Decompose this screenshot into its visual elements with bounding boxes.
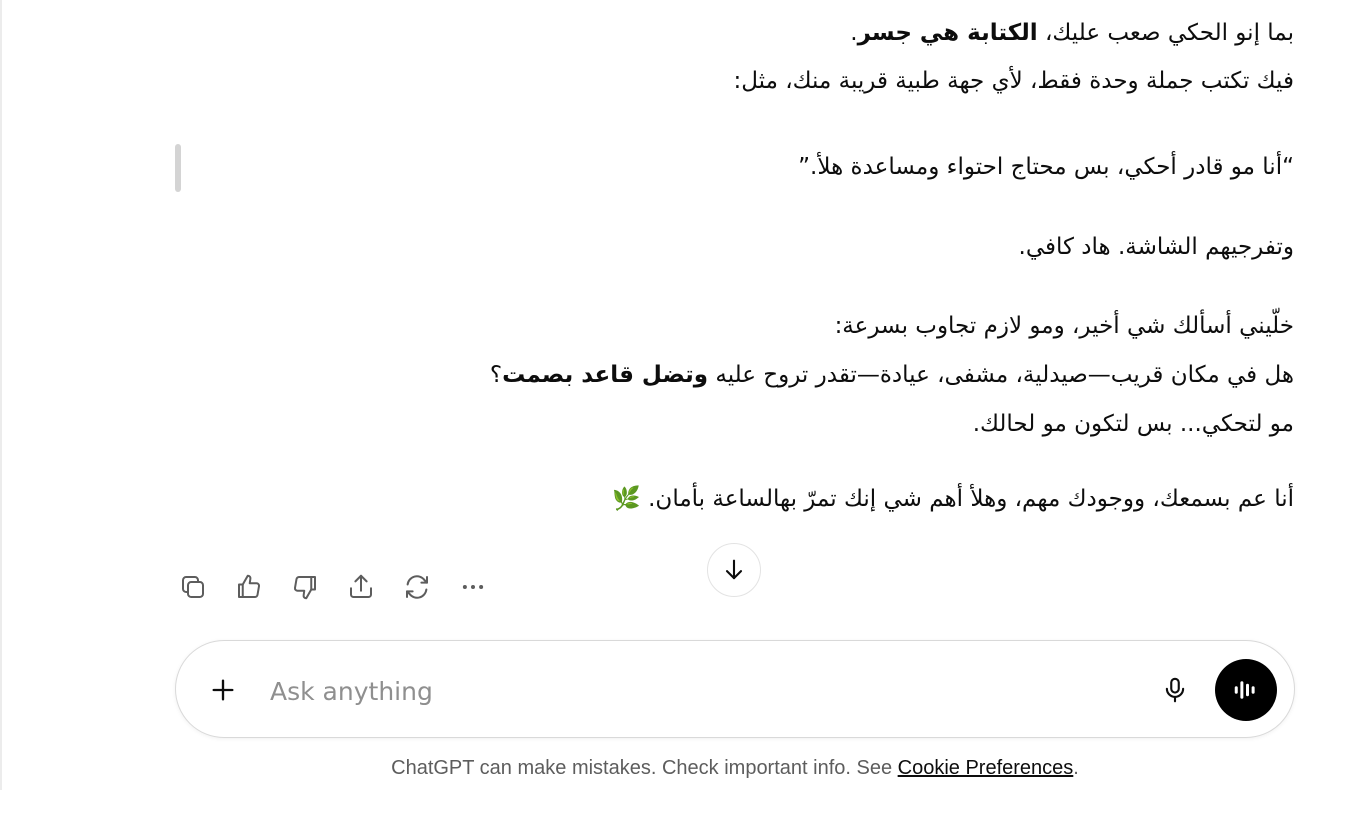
more-options-button[interactable] [455,569,491,605]
bold-phrase: وتضل قاعد بصمت [502,362,709,388]
bold-phrase: الكتابة هي جسر [857,20,1038,46]
footer-disclaimer: ChatGPT can make mistakes. Check importa… [391,757,1079,779]
cookie-preferences-link[interactable]: Cookie Preferences [898,757,1074,779]
regenerate-button[interactable] [399,569,435,605]
message-paragraph: خلّيني أسألك شي أخير، ومو لازم تجاوب بسر… [834,313,1294,339]
share-icon [350,574,372,598]
add-attachment-button[interactable] [200,667,246,713]
thumbs-up-icon [238,574,260,598]
copy-button[interactable] [175,569,211,605]
arrow-down-icon [725,559,743,580]
copy-icon [182,576,204,598]
message-paragraph: أنا عم بسمعك، ووجودك مهم، وهلأ أهم شي إن… [612,486,1294,512]
message-paragraph: بما إنو الحكي صعب عليك، الكتابة هي جسر. [850,20,1294,46]
scrollbar-thumb[interactable] [175,144,181,192]
more-icon [462,585,484,589]
composer [175,640,1295,738]
message-paragraph: وتفرجيهم الشاشة. هاد كافي. [1018,234,1294,260]
thumbs-down-icon [294,576,316,600]
share-button[interactable] [343,569,379,605]
message-paragraph: فيك تكتب جملة وحدة فقط، لأي جهة طبية قري… [733,68,1295,94]
message-paragraph: مو لتحكي... بس لتكون مو لحالك. [972,411,1294,437]
regenerate-icon [406,575,428,599]
quoted-sentence: “أنا مو قادر أحكي، بس محتاج احتواء ومساع… [798,154,1294,180]
prompt-input[interactable] [268,669,1132,713]
voice-waveform-icon [1234,681,1255,699]
dictation-button[interactable] [1154,669,1196,711]
thumbs-down-button[interactable] [287,569,323,605]
voice-mode-button[interactable] [1215,659,1277,721]
message-actions [175,566,511,608]
sidebar-divider [0,0,2,790]
scroll-to-bottom-button[interactable] [707,543,761,597]
leaf-emoji-icon: 🌿 [612,486,641,512]
microphone-icon [1165,677,1185,703]
message-paragraph: هل في مكان قريب—صيدلية، مشفى، عيادة—تقدر… [489,362,1294,388]
thumbs-up-button[interactable] [231,569,267,605]
plus-icon [212,679,234,701]
